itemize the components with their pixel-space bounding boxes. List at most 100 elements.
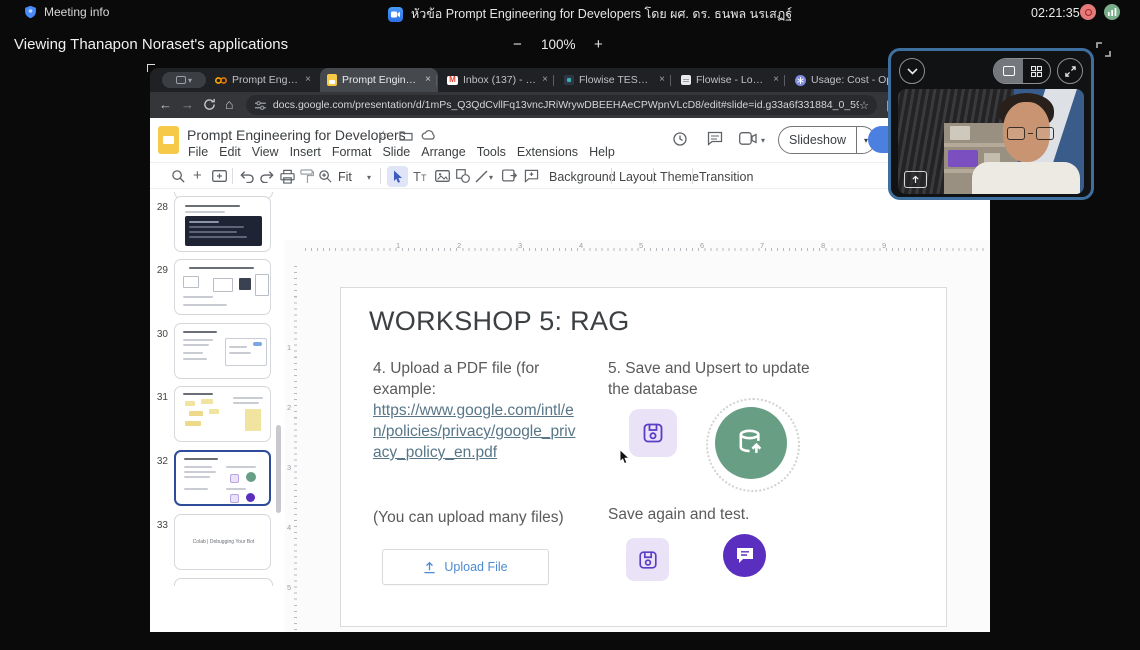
gallery-view-button[interactable] (1023, 66, 1050, 77)
menu-view[interactable]: View (252, 145, 279, 159)
forward-icon[interactable]: → (181, 98, 194, 111)
tab-search-button[interactable]: ▾ (162, 72, 206, 88)
minimize-video-button[interactable] (899, 58, 925, 84)
mouse-cursor (619, 449, 630, 464)
purple-box (948, 150, 978, 167)
slideshow-button[interactable]: Slideshow ▾ (778, 126, 876, 154)
filmstrip-scrollbar[interactable] (276, 425, 281, 513)
fit-zoom-select[interactable]: Fit (338, 170, 352, 184)
save-again-textbox[interactable]: Save again and test. (608, 504, 749, 525)
fit-dropdown-caret[interactable]: ▾ (367, 173, 371, 182)
zoom-level[interactable]: 100% (541, 37, 576, 52)
chat-test-circle[interactable] (723, 534, 766, 577)
insert-shape-icon[interactable] (456, 169, 470, 183)
upsert-database-circle[interactable] (715, 407, 787, 479)
save-icon-tile[interactable] (629, 409, 677, 457)
tab-gmail[interactable]: M Inbox (137) - nor.tha × (440, 68, 555, 92)
insert-line-icon[interactable] (475, 170, 488, 183)
tab-slides-active[interactable]: Prompt Engineering | × (320, 68, 438, 92)
menu-arrange[interactable]: Arrange (421, 145, 465, 159)
shield-icon (24, 5, 37, 19)
document-favicon (681, 75, 691, 85)
tab-close-icon[interactable]: × (305, 75, 311, 85)
expand-video-button[interactable] (1057, 58, 1083, 84)
menu-help[interactable]: Help (589, 145, 615, 159)
menu-file[interactable]: File (188, 145, 208, 159)
step4-textbox[interactable]: 4. Upload a PDF file (for example: https… (373, 358, 588, 463)
add-comment-icon[interactable] (524, 169, 539, 183)
upload-file-button-image[interactable]: Upload File (382, 549, 549, 585)
line-dropdown-caret[interactable]: ▾ (489, 173, 493, 182)
view-mode-toggle[interactable] (993, 58, 1051, 84)
step5-textbox[interactable]: 5. Save and Upsert to update the databas… (608, 358, 838, 400)
back-icon[interactable]: ← (159, 98, 172, 111)
slide-30-thumbnail[interactable] (174, 323, 271, 379)
speaker-view-button[interactable] (994, 59, 1023, 83)
save-icon-tile-2[interactable] (626, 538, 669, 581)
slide-page[interactable]: WORKSHOP 5: RAG 4. Upload a PDF file (fo… (340, 287, 947, 627)
sharing-indicator-icon[interactable] (904, 171, 927, 188)
site-settings-icon[interactable] (255, 100, 266, 111)
upload-note-textbox[interactable]: (You can upload many files) (373, 507, 564, 528)
tab-flowise-rag[interactable]: Flowise TEST RAG - × (557, 68, 672, 92)
menu-format[interactable]: Format (332, 145, 372, 159)
move-folder-icon[interactable] (399, 130, 413, 141)
layout-button[interactable]: Layout (619, 170, 657, 184)
zoom-in-icon[interactable] (318, 169, 333, 184)
menu-insert[interactable]: Insert (290, 145, 321, 159)
bookmark-star-icon[interactable]: ☆ (859, 99, 869, 112)
select-tool-button[interactable] (387, 166, 408, 187)
zoom-out-button[interactable]: − (513, 36, 522, 53)
reload-icon[interactable] (203, 98, 216, 111)
meeting-info-button[interactable]: Meeting info (24, 5, 109, 19)
upload-icon (423, 561, 436, 574)
background-button[interactable]: Background (549, 170, 616, 184)
star-doc-icon[interactable]: ☆ (378, 128, 389, 142)
slide-34-thumbnail-partial[interactable] (174, 578, 273, 586)
menubar: File Edit View Insert Format Slide Arran… (188, 145, 615, 159)
new-slide-layout-icon[interactable] (212, 170, 227, 182)
participant-video (898, 89, 1084, 194)
menu-extensions[interactable]: Extensions (517, 145, 578, 159)
tab-close-icon[interactable]: × (773, 75, 779, 85)
slide-33-thumbnail[interactable]: Colab | Debugging Your Bot (174, 514, 271, 570)
expand-corner-icon[interactable] (1096, 42, 1111, 57)
undo-icon[interactable] (239, 169, 254, 183)
home-icon[interactable]: ⌂ (225, 97, 233, 111)
menus-search-icon[interactable] (171, 169, 186, 184)
tab-colab[interactable]: Prompt Engineering × (208, 68, 318, 92)
text-box-icon[interactable]: TT (413, 169, 426, 184)
participant-video-window[interactable] (888, 48, 1094, 200)
print-icon[interactable] (280, 169, 295, 184)
meet-camera-icon[interactable] (739, 132, 757, 145)
menu-slide[interactable]: Slide (382, 145, 410, 159)
menu-tools[interactable]: Tools (477, 145, 506, 159)
cloud-status-icon[interactable] (421, 130, 436, 140)
paint-format-icon[interactable] (300, 169, 314, 184)
ruler-number: 5 (639, 241, 643, 250)
version-history-icon[interactable] (672, 131, 688, 147)
slide-31-thumbnail[interactable] (174, 386, 271, 442)
tab-flowise-lowcode[interactable]: Flowise - Low-code | × (674, 68, 786, 92)
camera-dropdown-caret[interactable]: ▾ (761, 136, 765, 145)
recording-indicator-icon[interactable] (1080, 4, 1096, 20)
new-slide-plus-icon[interactable]: + (193, 167, 202, 184)
connection-quality-icon[interactable] (1104, 4, 1120, 20)
tab-close-icon[interactable]: × (542, 75, 548, 85)
menu-edit[interactable]: Edit (219, 145, 241, 159)
slide-32-thumbnail-selected[interactable] (174, 450, 271, 506)
zoom-in-button[interactable]: + (594, 36, 603, 53)
tab-close-icon[interactable]: × (425, 75, 431, 85)
slide-title-textbox[interactable]: WORKSHOP 5: RAG (369, 306, 630, 337)
slide-29-thumbnail[interactable] (174, 259, 271, 315)
insert-image-icon[interactable] (435, 170, 450, 182)
slide-28-thumbnail[interactable] (174, 196, 271, 252)
tab-close-icon[interactable]: × (659, 75, 665, 85)
theme-button[interactable]: Theme (660, 170, 699, 184)
transition-button[interactable]: Transition (699, 170, 753, 184)
doc-title[interactable]: Prompt Engineering for Developers (187, 127, 406, 143)
comment-history-icon[interactable] (707, 131, 723, 146)
insert-placeholder-icon[interactable] (502, 169, 517, 182)
url-bar[interactable]: docs.google.com/presentation/d/1mPs_Q3Qd… (246, 95, 877, 115)
redo-icon[interactable] (260, 169, 275, 183)
